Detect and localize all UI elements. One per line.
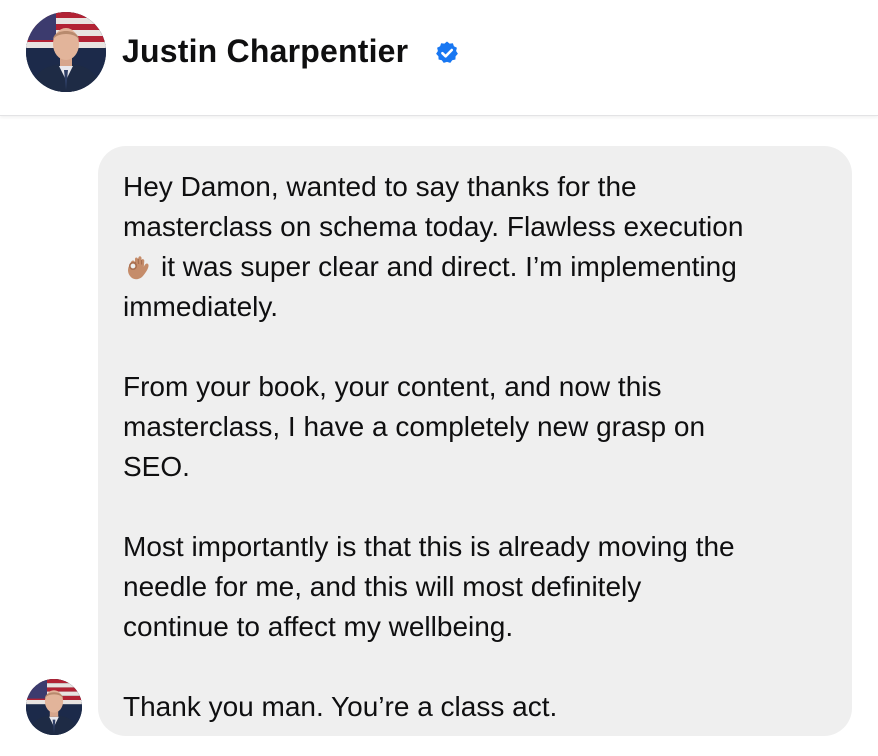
- avatar-photo: [26, 679, 82, 735]
- message-line: From your book, your content, and now th…: [123, 371, 662, 402]
- message-line: masterclass, I have a completely new gra…: [123, 411, 706, 442]
- message-line: SEO.: [123, 451, 190, 482]
- sender-avatar[interactable]: [26, 679, 82, 735]
- ok-hand-emoji-icon: [128, 256, 149, 280]
- message-line: needle for me, and this will most defini…: [123, 571, 642, 602]
- avatar-photo: [26, 12, 106, 92]
- contact-avatar[interactable]: [26, 12, 106, 92]
- message-line: continue to affect my wellbeing.: [123, 611, 514, 642]
- message-line-text: it was super clear and direct. I’m imple…: [161, 251, 737, 282]
- verified-badge-icon: [436, 41, 458, 63]
- message-line: it was super clear and direct. I’m imple…: [123, 247, 828, 287]
- message-line: Thank you man. You’re a class act.: [123, 691, 558, 722]
- message-line: Most importantly is that this is already…: [123, 531, 735, 562]
- message-line: masterclass on schema today. Flawless ex…: [123, 211, 744, 242]
- message-line: Hey Damon, wanted to say thanks for the: [123, 171, 637, 202]
- contact-name[interactable]: Justin Charpentier: [122, 33, 408, 70]
- conversation-header: Justin Charpentier: [0, 0, 878, 116]
- message-line: immediately.: [123, 291, 279, 322]
- message-bubble[interactable]: Hey Damon, wanted to say thanks for the …: [98, 146, 852, 736]
